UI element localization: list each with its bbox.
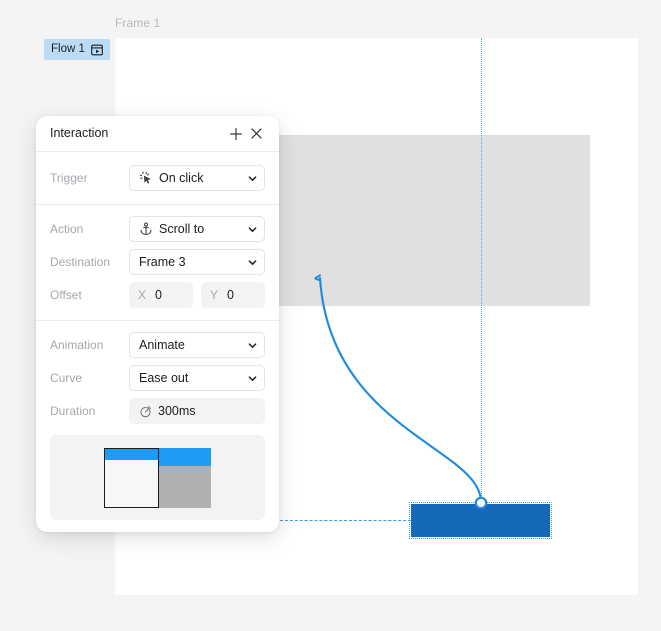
destination-row: Destination Frame 3: [50, 249, 265, 275]
duration-input[interactable]: 300ms: [129, 398, 265, 424]
panel-header: Interaction: [36, 116, 279, 151]
offset-x-axis-label: X: [138, 288, 147, 302]
offset-y-axis-label: Y: [210, 288, 219, 302]
animation-section: Animation Animate Curve Ease out Duratio…: [36, 321, 279, 532]
offset-x-input[interactable]: X 0: [129, 282, 193, 308]
offset-y-value: 0: [227, 287, 234, 302]
offset-y-input[interactable]: Y 0: [201, 282, 265, 308]
animation-row: Animation Animate: [50, 332, 265, 358]
destination-select[interactable]: Frame 3: [129, 249, 265, 275]
trigger-label: Trigger: [50, 171, 88, 185]
action-select[interactable]: Scroll to: [129, 216, 265, 242]
action-row: Action Scroll to: [50, 216, 265, 242]
close-panel-button[interactable]: [246, 124, 266, 144]
flow-play-icon[interactable]: [91, 44, 103, 56]
curve-value: Ease out: [139, 371, 189, 385]
chevron-down-icon: [248, 174, 257, 183]
interaction-panel[interactable]: Interaction Trigger On click Action Scro…: [36, 116, 279, 532]
preview-target-body: [159, 465, 211, 508]
trigger-section: Trigger On click: [36, 152, 279, 204]
chevron-down-icon: [248, 374, 257, 383]
trigger-select[interactable]: On click: [129, 165, 265, 191]
animation-preview-art: [104, 447, 211, 508]
destination-value: Frame 3: [139, 255, 186, 269]
add-interaction-button[interactable]: [226, 124, 246, 144]
preview-target: [159, 447, 211, 508]
anchor-icon: [139, 222, 153, 236]
action-label: Action: [50, 222, 84, 236]
vertical-guide: [481, 38, 482, 520]
preview-viewport: [104, 447, 159, 508]
chevron-down-icon: [248, 258, 257, 267]
flow-badge[interactable]: Flow 1: [44, 39, 110, 60]
horizontal-guide: [280, 520, 411, 521]
preview-target-top: [159, 447, 211, 466]
duration-value: 300ms: [158, 404, 196, 418]
destination-label: Destination: [50, 255, 111, 269]
animation-select[interactable]: Animate: [129, 332, 265, 358]
offset-x-value: 0: [155, 287, 162, 302]
duration-label: Duration: [50, 404, 96, 418]
click-cursor-icon: [139, 171, 153, 185]
frame-inner-block[interactable]: [278, 135, 590, 306]
curve-row: Curve Ease out: [50, 365, 265, 391]
duration-row: Duration 300ms: [50, 398, 265, 424]
page-title: Interaction: [50, 126, 109, 141]
offset-fields: X 0 Y 0: [129, 282, 265, 308]
action-value: Scroll to: [159, 222, 205, 236]
animation-label: Animation: [50, 338, 104, 352]
preview-viewport-bar: [105, 448, 158, 460]
stopwatch-icon: [139, 405, 152, 418]
selected-rectangle[interactable]: [409, 502, 552, 539]
chevron-down-icon: [248, 341, 257, 350]
curve-select[interactable]: Ease out: [129, 365, 265, 391]
trigger-value: On click: [159, 171, 204, 185]
frame-label: Frame 1: [115, 16, 161, 30]
plus-icon: [229, 127, 243, 140]
chevron-down-icon: [248, 225, 257, 234]
offset-row: Offset X 0 Y 0: [50, 282, 265, 308]
flow-badge-label: Flow 1: [51, 42, 85, 55]
close-icon: [250, 128, 262, 139]
animation-preview[interactable]: [50, 435, 265, 520]
action-section: Action Scroll to Destination Frame 3 Off…: [36, 205, 279, 320]
trigger-row: Trigger On click: [50, 165, 265, 191]
offset-label: Offset: [50, 288, 82, 302]
animation-value: Animate: [139, 338, 185, 352]
curve-label: Curve: [50, 371, 83, 385]
